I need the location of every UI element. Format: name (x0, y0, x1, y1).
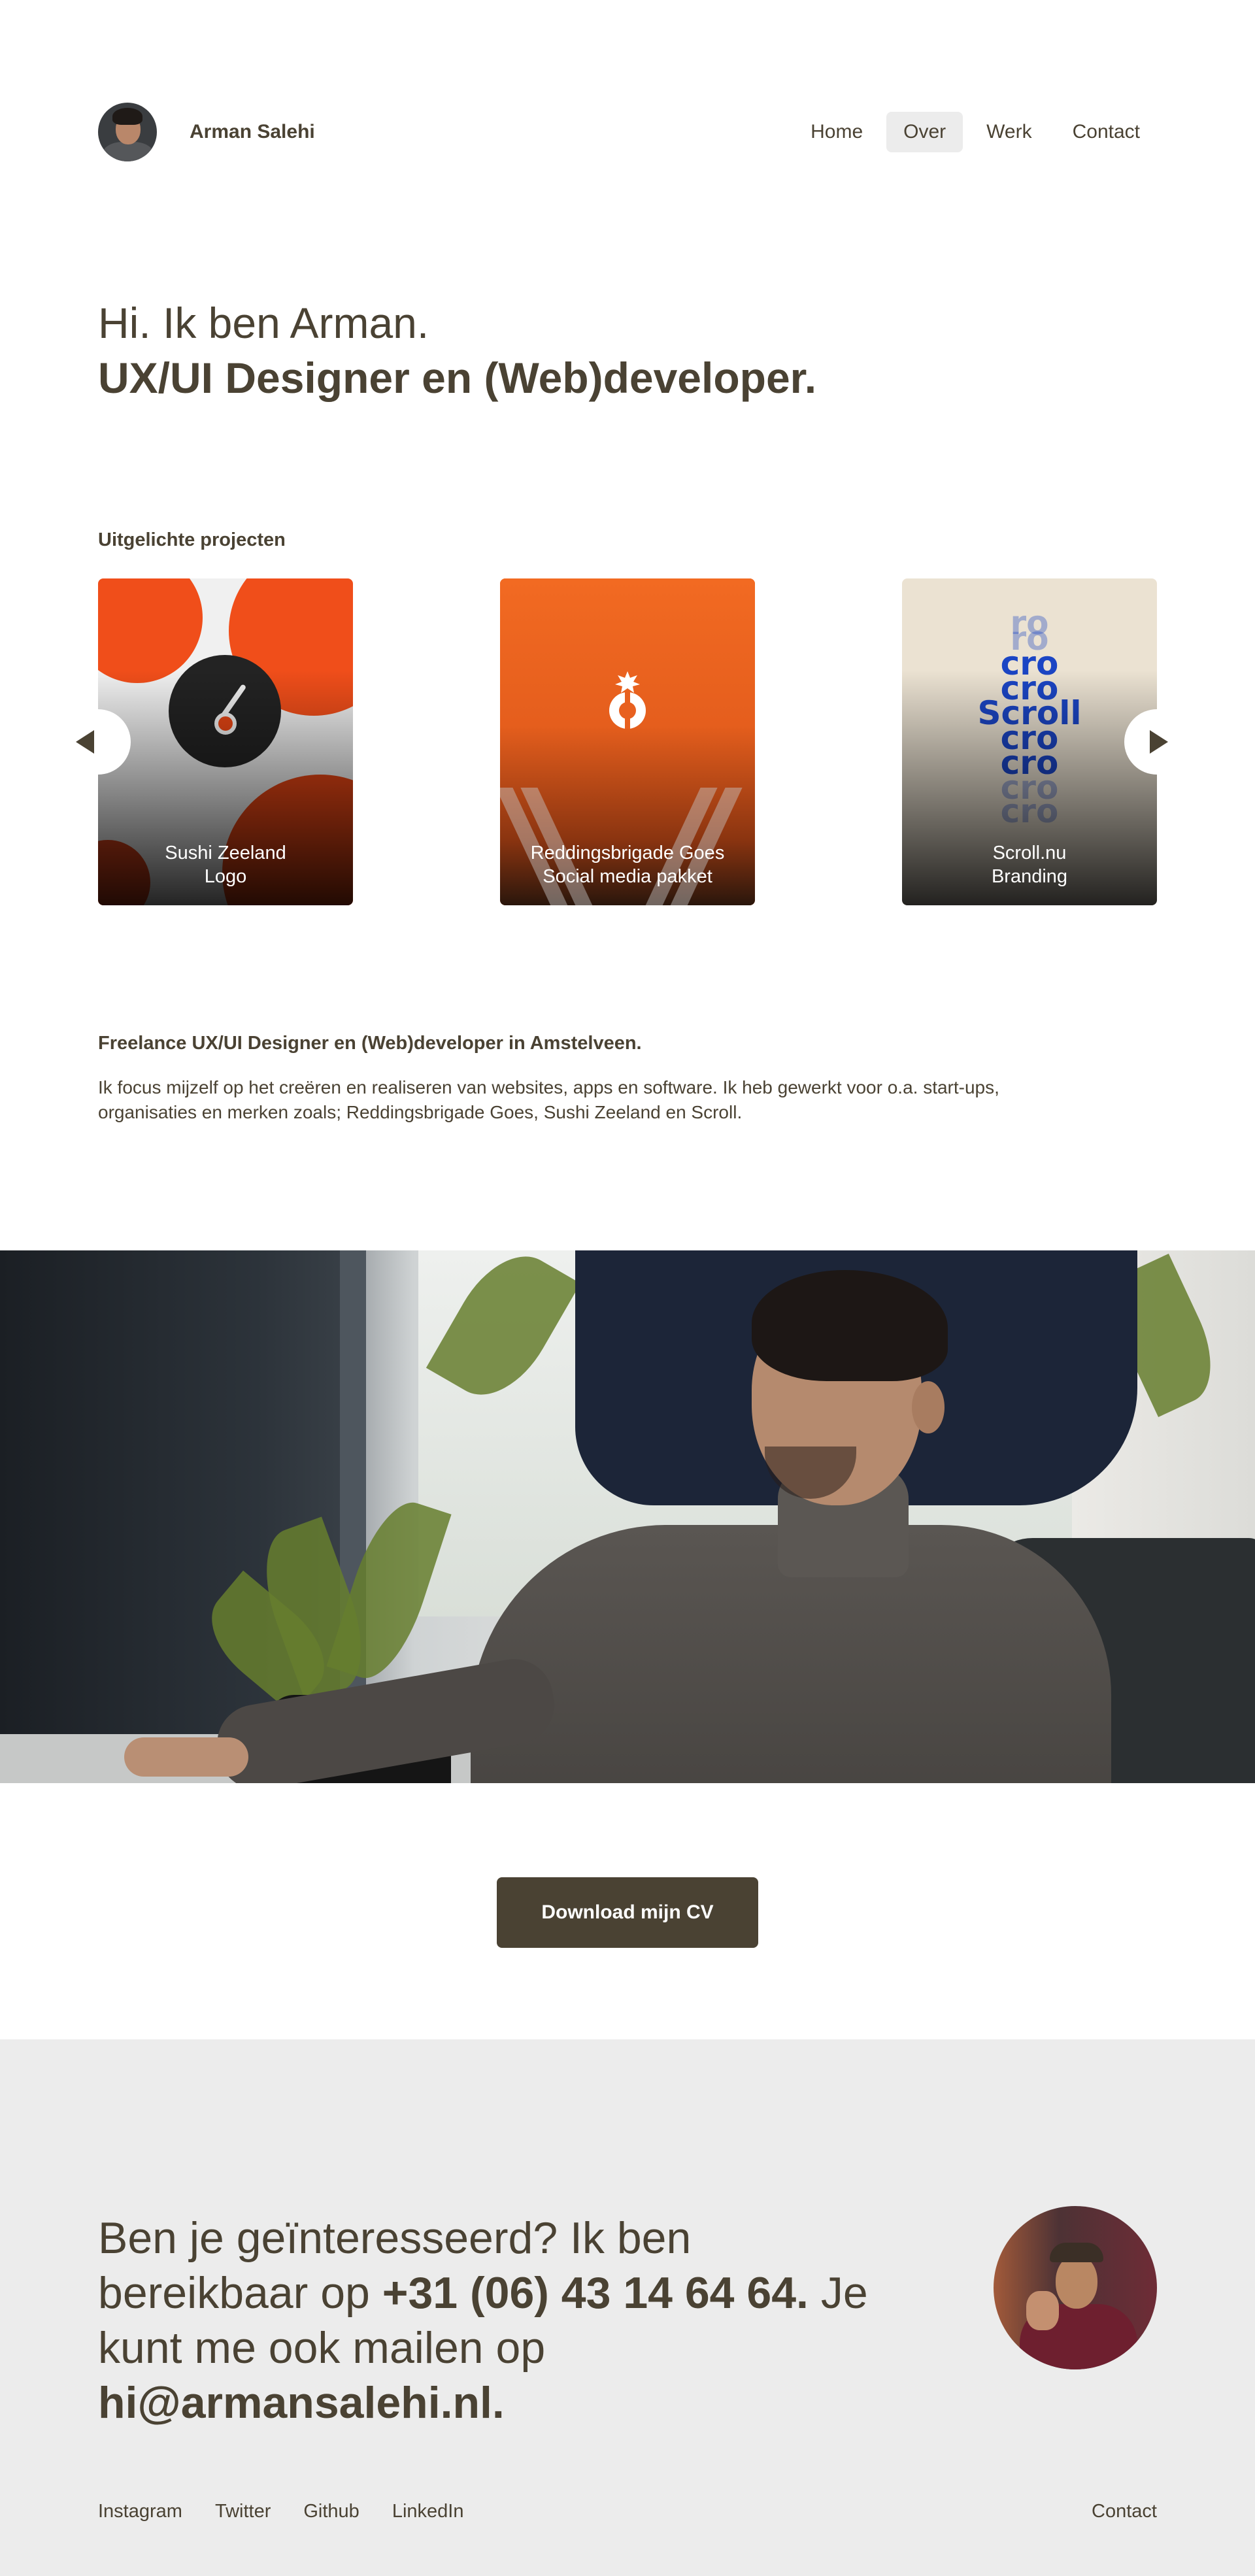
project-card-reddingsbrigade-goes[interactable]: Reddingsbrigade Goes Social media pakket (500, 578, 755, 905)
featured-label: Uitgelichte projecten (98, 529, 286, 550)
contact-avatar-hand (1026, 2291, 1059, 2330)
contact-avatar-hat (1050, 2243, 1103, 2262)
contact-avatar (994, 2206, 1157, 2369)
footer-link-github[interactable]: Github (303, 2501, 359, 2522)
intro-title: Freelance UX/UI Designer en (Web)develop… (98, 1033, 642, 1054)
avatar-hair (112, 108, 142, 125)
featured-carousel: Sushi Zeeland Logo Reddingsbrigade Goes … (65, 578, 1190, 905)
project-card-sushi-zeeland[interactable]: Sushi Zeeland Logo (98, 578, 353, 905)
intro-text: Ik focus mijzelf op het creëren en reali… (98, 1077, 999, 1122)
project-title: Scroll.nu Branding (902, 841, 1157, 888)
photo-person-hand (124, 1737, 248, 1777)
avatar-body (102, 142, 154, 161)
avatar (98, 103, 157, 161)
social-links: Instagram Twitter Github LinkedIn (98, 2501, 463, 2522)
arrow-right-icon (1150, 730, 1168, 754)
carousel-prev-button[interactable] (65, 709, 131, 775)
footer-link-contact[interactable]: Contact (1092, 2501, 1157, 2522)
main-nav: Home Over Werk Contact (794, 112, 1157, 152)
reddingsbrigade-logo (609, 671, 646, 729)
footer-link-linkedin[interactable]: LinkedIn (392, 2501, 464, 2522)
contact-text: Ben je geïnteresseerd? Ik ben bereikbaar… (98, 2211, 902, 2430)
contact-section: Ben je geïnteresseerd? Ik ben bereikbaar… (0, 2039, 1255, 2576)
project-type: Social media pakket (543, 866, 712, 887)
project-card-scroll[interactable]: ro ro cro cro Scroll cro cro cro cro Scr… (902, 578, 1157, 905)
brand[interactable]: Arman Salehi (98, 103, 315, 161)
project-type: Logo (204, 866, 247, 887)
project-name: Reddingsbrigade Goes (530, 843, 725, 863)
footer-link-instagram[interactable]: Instagram (98, 2501, 182, 2522)
footer-link-twitter[interactable]: Twitter (215, 2501, 271, 2522)
site-header: Arman Salehi Home Over Werk Contact (98, 103, 1157, 161)
site-footer: Instagram Twitter Github LinkedIn Contac… (98, 2501, 1157, 2522)
hero-role: UX/UI Designer en (Web)developer. (98, 354, 817, 402)
carousel-next-button[interactable] (1124, 709, 1190, 775)
project-name: Sushi Zeeland (165, 843, 286, 863)
project-title: Sushi Zeeland Logo (98, 841, 353, 888)
email-link[interactable]: hi@armansalehi.nl. (98, 2378, 505, 2428)
project-title: Reddingsbrigade Goes Social media pakket (500, 841, 755, 888)
download-cv-button[interactable]: Download mijn CV (497, 1877, 758, 1948)
sushi-logo-shape (98, 578, 203, 683)
nav-contact[interactable]: Contact (1056, 112, 1157, 152)
hero-greeting: Hi. Ik ben Arman. (98, 299, 429, 347)
project-name: Scroll.nu (992, 843, 1067, 863)
phone-link[interactable]: +31 (06) 43 14 64 64. (382, 2268, 809, 2318)
hero: Hi. Ik ben Arman. UX/UI Designer en (Web… (98, 295, 816, 405)
project-type: Branding (991, 866, 1068, 887)
photo-person-ear (912, 1381, 945, 1433)
nav-home[interactable]: Home (794, 112, 880, 152)
nav-werk[interactable]: Werk (969, 112, 1048, 152)
arrow-left-icon (76, 730, 94, 754)
brand-name[interactable]: Arman Salehi (190, 121, 315, 143)
nav-over[interactable]: Over (886, 112, 963, 152)
contact-avatar-face (1056, 2255, 1097, 2309)
intro: Freelance UX/UI Designer en (Web)develop… (98, 1033, 1046, 1125)
workspace-photo (0, 1250, 1255, 1783)
